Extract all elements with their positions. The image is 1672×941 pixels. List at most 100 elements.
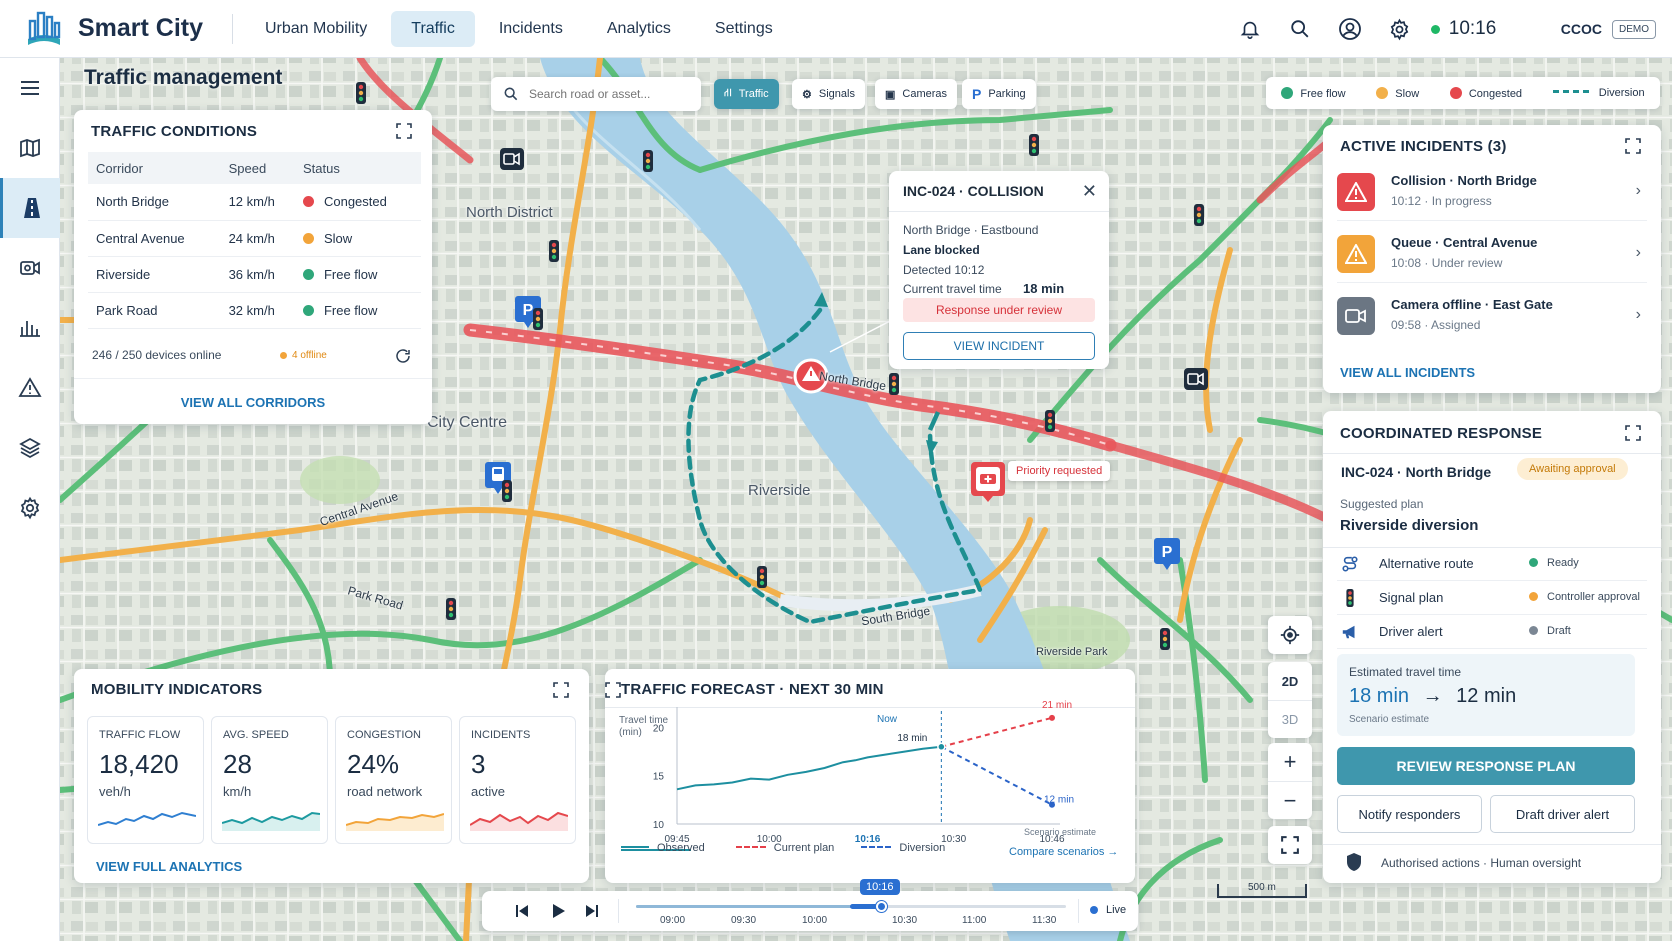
timeline-tick: 09:00 <box>660 915 686 926</box>
traffic-light-marker[interactable] <box>549 240 559 267</box>
view-all-incidents-link[interactable]: VIEW ALL INCIDENTS <box>1340 365 1475 380</box>
notify-responders-button[interactable]: Notify responders <box>1337 795 1482 833</box>
parking-marker-east[interactable]: P <box>1154 538 1180 575</box>
traffic-light-icon <box>889 373 899 395</box>
incident-item[interactable]: Queue · Central Avenue 10:08 · Under rev… <box>1337 225 1647 283</box>
play-icon[interactable] <box>548 901 568 921</box>
expand-icon[interactable] <box>1625 425 1641 441</box>
traffic-light-icon <box>502 480 512 502</box>
now-label: Now <box>877 714 898 725</box>
nav-tab-traffic[interactable]: Traffic <box>391 10 475 47</box>
kpi-congestion[interactable]: CONGESTION 24% road network <box>335 716 452 844</box>
nav-tab-urban-mobility[interactable]: Urban Mobility <box>245 11 387 47</box>
zoom-out-button[interactable]: − <box>1268 781 1312 819</box>
traffic-light-icon <box>1029 134 1039 156</box>
view-3d-button[interactable]: 3D <box>1268 700 1312 738</box>
view-all-corridors-link[interactable]: VIEW ALL CORRIDORS <box>74 395 432 410</box>
status-label: Controller approval <box>1547 591 1640 603</box>
parking-icon: P <box>972 86 982 102</box>
forecast-legend: Observed Current plan Diversion <box>621 842 945 854</box>
camera-marker[interactable] <box>500 148 524 175</box>
divider <box>74 378 432 379</box>
user-account-icon[interactable] <box>1337 16 1363 42</box>
column-header: Speed <box>220 152 295 184</box>
rail-layers[interactable] <box>0 418 60 478</box>
kpi-avg-speed[interactable]: AVG. SPEED 28 km/h <box>211 716 328 844</box>
compare-scenarios-link[interactable]: Compare scenarios → <box>1009 846 1118 858</box>
locate-button[interactable] <box>1268 616 1312 654</box>
gear-icon[interactable] <box>1387 16 1413 42</box>
view-incident-button[interactable]: VIEW INCIDENT <box>903 332 1095 360</box>
search-input[interactable] <box>529 87 689 101</box>
draft-driver-alert-button[interactable]: Draft driver alert <box>1490 795 1635 833</box>
table-row[interactable]: North Bridge 12 km/h Congested <box>88 184 421 221</box>
skip-back-icon[interactable] <box>512 901 532 921</box>
plan-item[interactable]: Signal plan Controller approval <box>1337 581 1647 615</box>
kpi-incidents[interactable]: INCIDENTS 3 active <box>459 716 576 844</box>
traffic-light-marker[interactable] <box>1045 410 1055 437</box>
menu-button[interactable] <box>0 58 60 118</box>
layer-chip-cameras[interactable]: ▣ Cameras <box>875 79 958 109</box>
camera-icon <box>20 261 40 275</box>
rail-settings[interactable] <box>0 478 60 538</box>
table-row[interactable]: Park Road 32 km/h Free flow <box>88 292 421 329</box>
view-full-analytics-link[interactable]: VIEW FULL ANALYTICS <box>96 859 242 874</box>
bell-icon[interactable] <box>1237 16 1263 42</box>
status-label: Free flow <box>323 266 378 282</box>
incident-item[interactable]: Collision · North Bridge 10:12 · In prog… <box>1337 163 1647 221</box>
rail-traffic[interactable] <box>0 178 60 238</box>
traffic-light-marker[interactable] <box>1160 628 1170 655</box>
timeline-handle[interactable] <box>876 901 887 912</box>
layer-chip-traffic[interactable]: ⛙ Traffic <box>714 79 779 109</box>
traffic-light-marker[interactable] <box>889 373 899 400</box>
traffic-light-marker[interactable] <box>356 82 366 109</box>
fullscreen-button[interactable] <box>1268 826 1312 864</box>
status-label: Draft <box>1547 625 1571 637</box>
status-dot <box>1529 558 1538 567</box>
expand-icon[interactable] <box>553 682 569 698</box>
eta-from: 18 min <box>1349 685 1410 707</box>
plan-item[interactable]: Alternative route Ready <box>1337 547 1647 581</box>
kpi-traffic-flow[interactable]: TRAFFIC FLOW 18,420 veh/h <box>87 716 204 844</box>
traffic-light-marker[interactable] <box>757 566 767 593</box>
zoom-in-button[interactable]: + <box>1268 743 1312 781</box>
nav-tab-incidents[interactable]: Incidents <box>479 11 583 47</box>
nav-tab-analytics[interactable]: Analytics <box>587 11 691 47</box>
live-toggle[interactable]: Live <box>1090 904 1126 916</box>
layer-chip-parking[interactable]: P Parking <box>962 79 1036 109</box>
traffic-light-marker[interactable] <box>643 150 653 177</box>
menu-icon <box>21 81 39 95</box>
chevron-right-icon: › <box>1635 182 1641 199</box>
camera-marker-east-gate[interactable] <box>1184 368 1208 395</box>
layer-chip-signals[interactable]: ⚙ Signals <box>792 79 865 109</box>
corridor-table: Corridor Speed Status North Bridge 12 km… <box>88 152 421 329</box>
traffic-light-marker[interactable] <box>502 480 512 507</box>
traffic-light-marker[interactable] <box>446 598 456 625</box>
organization-label: CCOC <box>1560 21 1602 37</box>
app-logo[interactable]: Smart City <box>0 9 232 49</box>
traffic-light-marker[interactable] <box>533 308 543 335</box>
refresh-icon[interactable] <box>394 347 412 365</box>
incident-item[interactable]: Camera offline · East Gate 09:58 · Assig… <box>1337 287 1647 345</box>
table-row[interactable]: Riverside 36 km/h Free flow <box>88 256 421 293</box>
nav-tab-settings[interactable]: Settings <box>695 11 793 47</box>
rail-map[interactable] <box>0 118 60 178</box>
map-search[interactable] <box>491 77 701 111</box>
rail-analytics[interactable] <box>0 298 60 358</box>
view-2d-button[interactable]: 2D <box>1268 662 1312 700</box>
review-response-plan-button[interactable]: REVIEW RESPONSE PLAN <box>1337 747 1635 785</box>
table-row[interactable]: Central Avenue 24 km/h Slow <box>88 220 421 257</box>
close-icon[interactable]: ✕ <box>1082 181 1097 202</box>
skip-forward-icon[interactable] <box>582 901 602 921</box>
rail-cameras[interactable] <box>0 238 60 298</box>
expand-icon[interactable] <box>1625 138 1641 154</box>
ambulance-priority-marker[interactable] <box>971 462 1005 507</box>
traffic-light-marker[interactable] <box>1194 204 1204 231</box>
kpi-label: AVG. SPEED <box>223 729 289 741</box>
kpi-value: 3 <box>471 749 486 779</box>
search-icon[interactable] <box>1287 16 1313 42</box>
expand-icon[interactable] <box>396 123 412 139</box>
rail-incidents[interactable] <box>0 358 60 418</box>
traffic-light-marker[interactable] <box>1029 134 1039 161</box>
plan-item[interactable]: Driver alert Draft <box>1337 615 1647 649</box>
